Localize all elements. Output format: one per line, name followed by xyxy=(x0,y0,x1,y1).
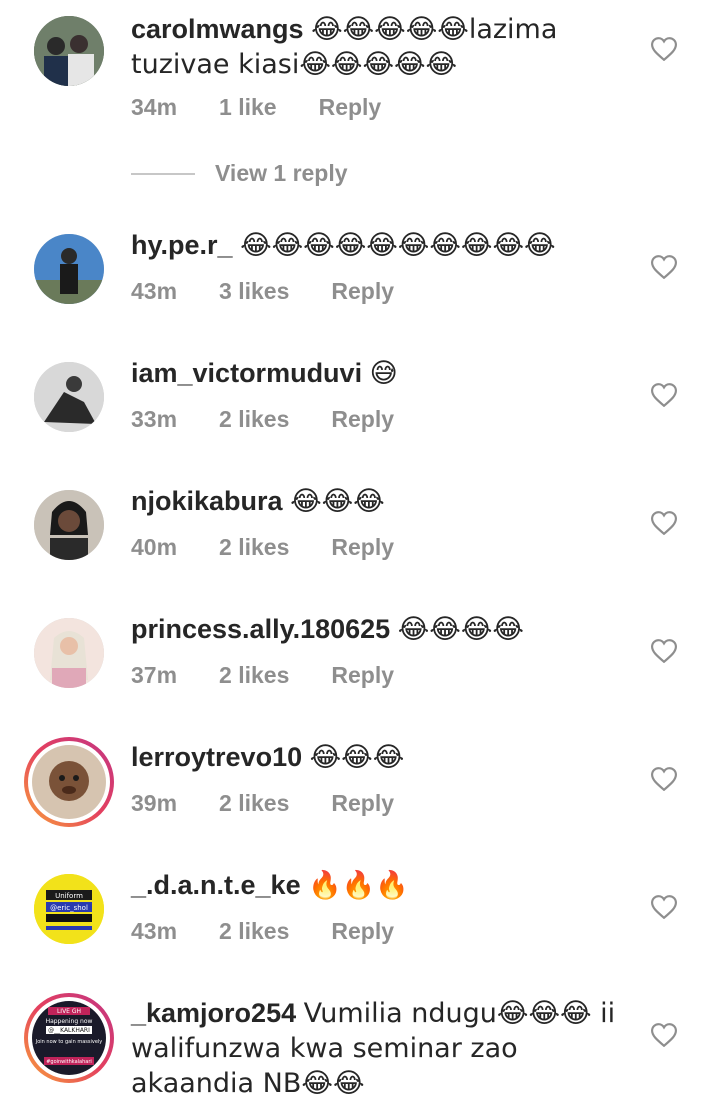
avatar[interactable] xyxy=(34,490,104,560)
comment-body: 😅 xyxy=(369,358,398,389)
comment-meta: 33m 2 likes Reply xyxy=(131,406,394,433)
reply-button[interactable]: Reply xyxy=(331,534,394,561)
avatar-text-line: #goinwithkalahari xyxy=(46,1059,92,1065)
avatar: LIVE GH Happening now @__KALKHARI Join n… xyxy=(32,1001,106,1075)
comment-likes[interactable]: 2 likes xyxy=(219,662,289,689)
avatar-text-line: @eric_shol xyxy=(50,904,88,912)
avatar[interactable] xyxy=(34,362,104,432)
comment-text: iam_victormuduvi 😅 xyxy=(131,356,631,391)
comment-username[interactable]: iam_victormuduvi xyxy=(131,358,362,388)
comment-username[interactable]: njokikabura xyxy=(131,486,283,516)
comment-meta: 34m 1 like Reply xyxy=(131,94,381,121)
comment-text: lerroytrevo10 😂😂😂 xyxy=(131,740,631,775)
comment-likes[interactable]: 2 likes xyxy=(219,534,289,561)
reply-button[interactable]: Reply xyxy=(331,406,394,433)
comment-username[interactable]: _.d.a.n.t.e_ke xyxy=(131,870,301,900)
comment-username[interactable]: lerroytrevo10 xyxy=(131,742,302,772)
comment-meta: 43m 3 likes Reply xyxy=(131,278,394,305)
comment-meta: 43m 2 likes Reply xyxy=(131,918,394,945)
comment-username[interactable]: _kamjoro254 xyxy=(131,998,296,1028)
comment-time: 39m xyxy=(131,790,178,816)
heart-icon[interactable] xyxy=(651,1023,677,1047)
reply-button[interactable]: Reply xyxy=(319,94,382,121)
avatar-text-line: Uniform xyxy=(55,892,83,900)
view-replies-label[interactable]: View 1 reply xyxy=(215,160,348,187)
comment-username[interactable]: princess.ally.180625 xyxy=(131,614,390,644)
comment-likes[interactable]: 2 likes xyxy=(219,918,289,945)
view-replies-button[interactable]: View 1 reply xyxy=(131,160,348,187)
comment-likes[interactable]: 1 like xyxy=(219,94,277,121)
comment-time: 43m xyxy=(131,278,178,304)
heart-icon[interactable] xyxy=(651,895,677,919)
comment-likes[interactable]: 2 likes xyxy=(219,790,289,817)
reply-button[interactable]: Reply xyxy=(331,278,394,305)
heart-icon[interactable] xyxy=(651,255,677,279)
comment-time: 40m xyxy=(131,534,178,560)
reply-button[interactable]: Reply xyxy=(331,790,394,817)
comment-username[interactable]: hy.pe.r_ xyxy=(131,230,233,260)
comment-text: _kamjoro254 Vumilia ndugu😂😂😂 ii walifunz… xyxy=(131,996,631,1101)
comment-time: 34m xyxy=(131,94,178,120)
comment-text: njokikabura 😂😂😂 xyxy=(131,484,631,519)
reply-button[interactable]: Reply xyxy=(331,918,394,945)
heart-icon[interactable] xyxy=(651,767,677,791)
avatar-text-line: @__KALKHARI xyxy=(48,1027,90,1034)
avatar-ring-gap xyxy=(28,741,110,823)
heart-icon[interactable] xyxy=(651,639,677,663)
comment-body: 🔥🔥🔥 xyxy=(308,870,409,901)
avatar xyxy=(32,745,106,819)
avatar-text-line: Join now to gain massively xyxy=(35,1039,103,1045)
comment-body: 😂😂😂 xyxy=(290,486,385,517)
comment-meta: 39m 2 likes Reply xyxy=(131,790,394,817)
comment-username[interactable]: carolmwangs xyxy=(131,14,304,44)
comment-text: _.d.a.n.t.e_ke 🔥🔥🔥 xyxy=(131,868,631,903)
heart-icon[interactable] xyxy=(651,37,677,61)
avatar[interactable] xyxy=(34,16,104,86)
comment-likes[interactable]: 2 likes xyxy=(219,406,289,433)
avatar-ring-gap: LIVE GH Happening now @__KALKHARI Join n… xyxy=(28,997,110,1079)
comment-text: hy.pe.r_ 😂😂😂😂😂😂😂😂😂😂 xyxy=(131,228,631,263)
comment-likes[interactable]: 3 likes xyxy=(219,278,289,305)
comment-text: carolmwangs 😂😂😂😂😂lazima tuzivae kiasi😂😂😂… xyxy=(131,12,631,82)
avatar[interactable] xyxy=(34,618,104,688)
heart-icon[interactable] xyxy=(651,383,677,407)
comment-text: princess.ally.180625 😂😂😂😂 xyxy=(131,612,631,647)
avatar[interactable] xyxy=(34,234,104,304)
comment-body: 😂😂😂😂😂😂😂😂😂😂 xyxy=(240,230,556,261)
comment-body: 😂😂😂😂 xyxy=(397,614,524,645)
comment-meta: 37m 2 likes Reply xyxy=(131,662,394,689)
comment-time: 33m xyxy=(131,406,178,432)
avatar-story-ring[interactable] xyxy=(24,737,114,827)
heart-icon[interactable] xyxy=(651,511,677,535)
avatar[interactable]: Uniform @eric_shol xyxy=(34,874,104,944)
comment-time: 37m xyxy=(131,662,178,688)
avatar-story-ring[interactable]: LIVE GH Happening now @__KALKHARI Join n… xyxy=(24,993,114,1083)
comment-body: 😂😂😂 xyxy=(309,742,405,773)
comment-time: 43m xyxy=(131,918,178,944)
reply-button[interactable]: Reply xyxy=(331,662,394,689)
avatar-text-line: Happening now xyxy=(46,1018,93,1025)
divider xyxy=(131,172,195,175)
comment-meta: 40m 2 likes Reply xyxy=(131,534,394,561)
avatar-text-line: LIVE GH xyxy=(57,1008,81,1015)
